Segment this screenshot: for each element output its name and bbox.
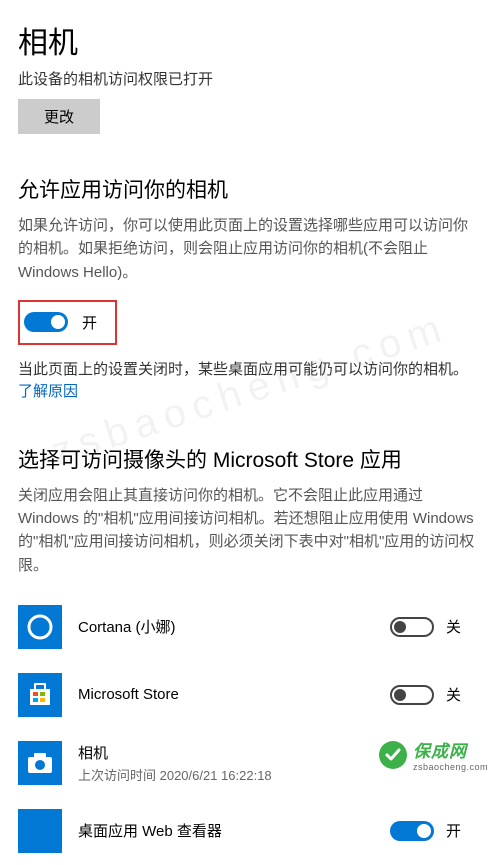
app-row-cortana: Cortana (小娜) 关 bbox=[18, 593, 482, 661]
emphasis-box: 开 bbox=[18, 300, 117, 345]
app-name: Cortana (小娜) bbox=[78, 616, 374, 637]
change-button[interactable]: 更改 bbox=[18, 99, 100, 134]
app-name: 桌面应用 Web 查看器 bbox=[78, 820, 374, 841]
app-row-store: Microsoft Store 关 bbox=[18, 661, 482, 729]
app-row-webviewer: 桌面应用 Web 查看器 开 bbox=[18, 797, 482, 865]
app-toggle-wrap: 开 bbox=[390, 820, 482, 841]
app-toggle-label: 关 bbox=[446, 616, 461, 637]
allow-apps-toggle-label: 开 bbox=[82, 312, 97, 333]
store-icon bbox=[18, 673, 62, 717]
app-name: 相机 bbox=[78, 742, 374, 763]
store-apps-section: 选择可访问摄像头的 Microsoft Store 应用 关闭应用会阻止其直接访… bbox=[18, 444, 482, 865]
watermark-check-icon bbox=[379, 741, 407, 769]
app-toggle-store[interactable] bbox=[390, 685, 434, 705]
app-toggle-label: 开 bbox=[446, 820, 461, 841]
camera-icon bbox=[18, 741, 62, 785]
app-list: Cortana (小娜) 关 Microsoft Store 关 bbox=[18, 593, 482, 865]
app-toggle-wrap: 关 bbox=[390, 684, 482, 705]
watermark-text-wrap: 保成网 zsbaocheng.com bbox=[413, 737, 488, 772]
app-info: 桌面应用 Web 查看器 bbox=[78, 820, 374, 841]
app-info: Cortana (小娜) bbox=[78, 616, 374, 637]
site-watermark: 保成网 zsbaocheng.com bbox=[373, 735, 494, 774]
allow-apps-toggle[interactable] bbox=[24, 312, 68, 332]
allow-apps-desc: 如果允许访问，你可以使用此页面上的设置选择哪些应用可以访问你的相机。如果拒绝访问… bbox=[18, 214, 482, 284]
learn-why-link[interactable]: 了解原因 bbox=[18, 383, 78, 400]
app-info: Microsoft Store bbox=[78, 686, 374, 703]
watermark-url: zsbaocheng.com bbox=[413, 762, 488, 772]
webviewer-icon bbox=[18, 809, 62, 853]
app-toggle-label: 关 bbox=[446, 684, 461, 705]
desktop-apps-note: 当此页面上的设置关闭时，某些桌面应用可能仍可以访问你的相机。 了解原因 bbox=[18, 359, 482, 404]
app-toggle-cortana[interactable] bbox=[390, 617, 434, 637]
camera-access-status: 此设备的相机访问权限已打开 bbox=[18, 68, 482, 89]
cortana-icon bbox=[18, 605, 62, 649]
note-text: 当此页面上的设置关闭时，某些桌面应用可能仍可以访问你的相机。 bbox=[18, 361, 468, 378]
watermark-brand: 保成网 bbox=[413, 737, 488, 762]
app-toggle-wrap: 关 bbox=[390, 616, 482, 637]
store-apps-desc: 关闭应用会阻止其直接访问你的相机。它不会阻止此应用通过 Windows 的"相机… bbox=[18, 484, 482, 577]
app-name: Microsoft Store bbox=[78, 686, 374, 703]
app-toggle-webviewer[interactable] bbox=[390, 821, 434, 841]
page-title: 相机 bbox=[18, 18, 482, 62]
store-apps-title: 选择可访问摄像头的 Microsoft Store 应用 bbox=[18, 444, 482, 474]
app-last-access: 上次访问时间 2020/6/21 16:22:18 bbox=[78, 765, 374, 784]
app-info: 相机 上次访问时间 2020/6/21 16:22:18 bbox=[78, 742, 374, 784]
allow-apps-title: 允许应用访问你的相机 bbox=[18, 174, 482, 204]
allow-apps-toggle-row: 开 bbox=[24, 312, 97, 333]
